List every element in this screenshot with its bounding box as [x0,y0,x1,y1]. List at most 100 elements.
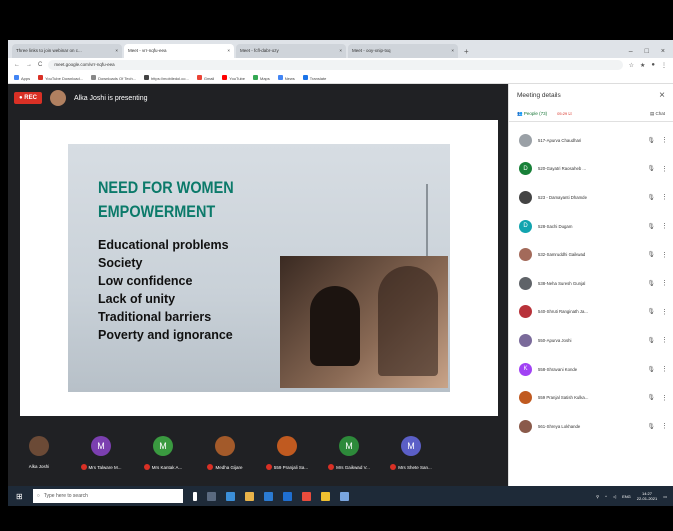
close-icon[interactable]: × [451,48,454,58]
tab-people[interactable]: 👥 People (73) [517,111,547,117]
more-options-icon[interactable]: ⋮ [661,136,668,144]
people-icon[interactable]: ⚲ [596,494,599,499]
more-options-icon[interactable]: ⋮ [661,193,668,201]
woman-figure [310,286,360,366]
avatar [519,190,532,204]
list-item[interactable]: 540-Shruti Ranginath Ja... 🎙 ⋮ [509,298,673,327]
bookmark[interactable]: News [277,74,295,81]
address-bar: ← → C meet.google.com/vrr-nqfu-eea ☆ ★ ●… [8,58,673,72]
bookmark[interactable]: Apps [14,74,30,81]
more-options-icon[interactable]: ⋮ [661,336,668,344]
participant-name: Medha Gijare [207,464,243,470]
browser-tab[interactable]: Meet - fcfl-dabr-ozy × [236,44,346,58]
bookmark[interactable]: Downloads Of Tech... [91,74,136,81]
more-options-icon[interactable]: ⋮ [661,222,668,230]
close-icon[interactable]: × [659,90,665,101]
store-icon[interactable] [263,491,273,501]
extensions-icon[interactable]: ★ [640,62,645,69]
list-item[interactable]: D 520-Gayatri Raosaheb ... 🎙 ⋮ [509,155,673,184]
browser-tab[interactable]: Meet - ooy-xnip-txq × [348,44,458,58]
system-tray: ⚲ ^ ◁ ENG 14:27 22-01-2021 ▭ [596,491,673,501]
app-icon[interactable] [339,491,349,501]
browser-tab[interactable]: Three links to join webinar on c... × [12,44,122,58]
bookmark[interactable]: YouTube Download... [38,74,83,81]
maximize-icon[interactable]: □ [645,48,649,55]
list-item[interactable]: 561-Shreya Lokhande 🎙 ⋮ [509,412,673,441]
mic-off-icon: 🎙 [647,223,655,230]
more-options-icon[interactable]: ⋮ [661,365,668,373]
list-item[interactable]: D 528-Sachi Dugam 🎙 ⋮ [509,212,673,241]
list-item[interactable]: 550-Apurva Joshi 🎙 ⋮ [509,326,673,355]
mail-icon[interactable] [282,491,292,501]
participant-tile[interactable]: Alka Joshi [8,430,70,486]
browser-tab[interactable]: Meet - vrr-nqfu-eea × [124,44,234,58]
menu-icon[interactable]: ⋮ [661,62,667,69]
new-tab-icon[interactable]: + [464,47,469,58]
search-placeholder: Type here to search [43,493,88,499]
reload-icon[interactable]: C [38,62,42,68]
chrome-icon[interactable] [301,491,311,501]
bookmark[interactable]: Maps [253,74,270,81]
list-item[interactable]: 523 - Damayanti Dhamde 🎙 ⋮ [509,183,673,212]
mic-off-icon [80,464,87,470]
minimize-icon[interactable]: – [629,48,633,55]
avatar [519,305,532,319]
list-item[interactable]: 532-Samruddhi Gaikwad 🎙 ⋮ [509,240,673,269]
bookmark[interactable]: Gmail [196,74,214,81]
more-options-icon[interactable]: ⋮ [661,165,668,173]
volume-icon[interactable]: ◁ [613,494,616,499]
edge-icon[interactable] [225,491,235,501]
folder-icon[interactable] [244,491,254,501]
more-options-icon[interactable]: ⋮ [661,308,668,316]
list-item[interactable]: K 558-Shravani Konde 🎙 ⋮ [509,355,673,384]
windows-start-icon[interactable]: ⊞ [16,492,23,501]
more-options-icon[interactable]: ⋮ [661,251,668,259]
list-item[interactable]: 517-Apurva Chaudhari 🎙 ⋮ [509,126,673,155]
close-icon[interactable]: × [339,48,342,58]
meet-stage: ● REC Alka Joshi is presenting NEED FOR … [8,84,508,486]
participant-tile[interactable]: M Mrs Gaikwad V... [318,430,380,486]
globe-icon [144,74,150,80]
participant-tile[interactable]: M Mrs Kantak A... [132,430,194,486]
youtube-icon [38,74,44,80]
participant-name: 528-Sachi Dugam [538,223,573,229]
distressed-woman-photo [280,256,448,388]
participant-name: 520-Gayatri Raosaheb ... [538,166,587,172]
bookmark-icon [91,74,97,80]
more-options-icon[interactable]: ⋮ [661,394,668,402]
participant-tile[interactable]: M Mrs Shete San... [380,430,442,486]
search-icon: ○ [36,493,40,499]
mic-off-icon [207,464,214,470]
close-icon[interactable]: × [227,48,230,58]
bookmark[interactable]: YouTube [222,74,245,81]
bookmark[interactable]: Translate [302,74,326,81]
forward-icon[interactable]: → [26,62,32,68]
list-item[interactable]: 559 Pranjal Satish Kulka... 🎙 ⋮ [509,383,673,412]
close-window-icon[interactable]: × [661,48,665,55]
list-item[interactable]: 538-Neha Suresh Gunjal 🎙 ⋮ [509,269,673,298]
url-field[interactable]: meet.google.com/vrr-nqfu-eea [48,60,623,70]
avatar: M [153,436,173,456]
task-view-icon[interactable] [206,491,216,501]
mic-icon[interactable] [192,491,197,501]
tab-chat[interactable]: ▤ Chat [650,111,665,117]
star-icon[interactable]: ☆ [629,62,634,69]
participant-tile[interactable]: Medha Gijare [194,430,256,486]
more-options-icon[interactable]: ⋮ [661,422,668,430]
participant-tile[interactable]: M Mrs Talware M... [70,430,132,486]
slide-bullet: Lack of unity [98,292,176,306]
taskbar-search[interactable]: ○ Type here to search [32,489,183,503]
language-indicator[interactable]: ENG [622,494,631,499]
profile-icon[interactable]: ● [651,62,655,68]
slide-bullet: Poverty and ignorance [98,328,233,342]
bookmark[interactable]: https://mobiledol.co... [144,74,189,81]
close-icon[interactable]: × [115,48,118,58]
more-options-icon[interactable]: ⋮ [661,279,668,287]
notifications-icon[interactable]: ▭ [663,494,667,499]
participant-tile[interactable]: 559 Pranjali Sa... [256,430,318,486]
app-icon[interactable] [320,491,330,501]
shadow-figure [378,266,438,376]
clock[interactable]: 14:27 22-01-2021 [637,491,657,501]
back-icon[interactable]: ← [14,62,20,68]
tray-arrow-icon[interactable]: ^ [605,494,607,499]
